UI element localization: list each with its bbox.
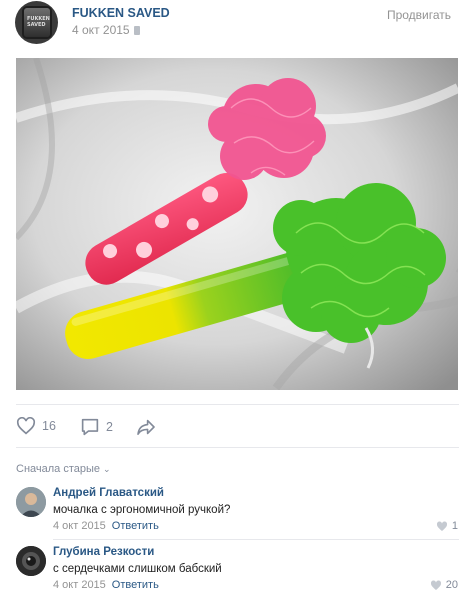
post-author[interactable]: FUKKEN SAVED (72, 6, 170, 20)
comment-avatar[interactable] (16, 487, 46, 517)
heart-icon (16, 417, 36, 435)
actions-divider (16, 447, 459, 448)
like-button[interactable]: 16 (16, 417, 56, 435)
reply-button[interactable]: Ответить (112, 579, 159, 591)
comment-date[interactable]: 4 окт 2015 (53, 579, 106, 591)
chevron-down-icon: ⌄ (103, 464, 111, 474)
comment-divider (53, 539, 459, 540)
comment-avatar[interactable] (16, 546, 46, 576)
post-photo-image (16, 58, 458, 390)
post-date[interactable]: 4 окт 2015 (72, 23, 140, 37)
promote-button[interactable]: Продвигать (387, 8, 451, 22)
comment-meta: 4 окт 2015 Ответить (53, 520, 159, 532)
comment-like-button[interactable]: 20 (430, 579, 458, 591)
post-photo[interactable] (16, 58, 458, 390)
comment-text: с сердечками слишком бабский (53, 563, 222, 575)
comment-like-count: 1 (451, 520, 458, 532)
phone-icon (133, 26, 140, 35)
comment-author[interactable]: Андрей Главатский (53, 487, 164, 499)
comment-button[interactable]: 2 (80, 418, 113, 436)
comment-count: 2 (106, 420, 113, 434)
reply-button[interactable]: Ответить (112, 520, 159, 532)
comment-text: мочалка с эргономичной ручкой? (53, 504, 231, 516)
like-count: 16 (42, 419, 56, 433)
community-avatar[interactable]: FUKKEN SAVED (15, 1, 58, 44)
comment-like-button[interactable]: 1 (436, 520, 458, 532)
comments-sort-toggle[interactable]: Сначала старые ⌄ (16, 463, 111, 475)
comment-icon (81, 418, 99, 436)
heart-icon (430, 579, 441, 590)
comment-avatar-image (16, 487, 46, 517)
comment-like-count: 20 (445, 579, 458, 591)
comment-date[interactable]: 4 окт 2015 (53, 520, 106, 532)
floppy-disk-icon: FUKKEN SAVED (24, 8, 50, 37)
post-divider (16, 404, 459, 405)
comment-meta: 4 окт 2015 Ответить (53, 579, 159, 591)
heart-icon (436, 520, 447, 531)
share-button[interactable] (136, 419, 156, 435)
comment-author[interactable]: Глубина Резкости (53, 546, 154, 558)
comment-avatar-image (16, 546, 46, 576)
share-icon (137, 419, 155, 435)
